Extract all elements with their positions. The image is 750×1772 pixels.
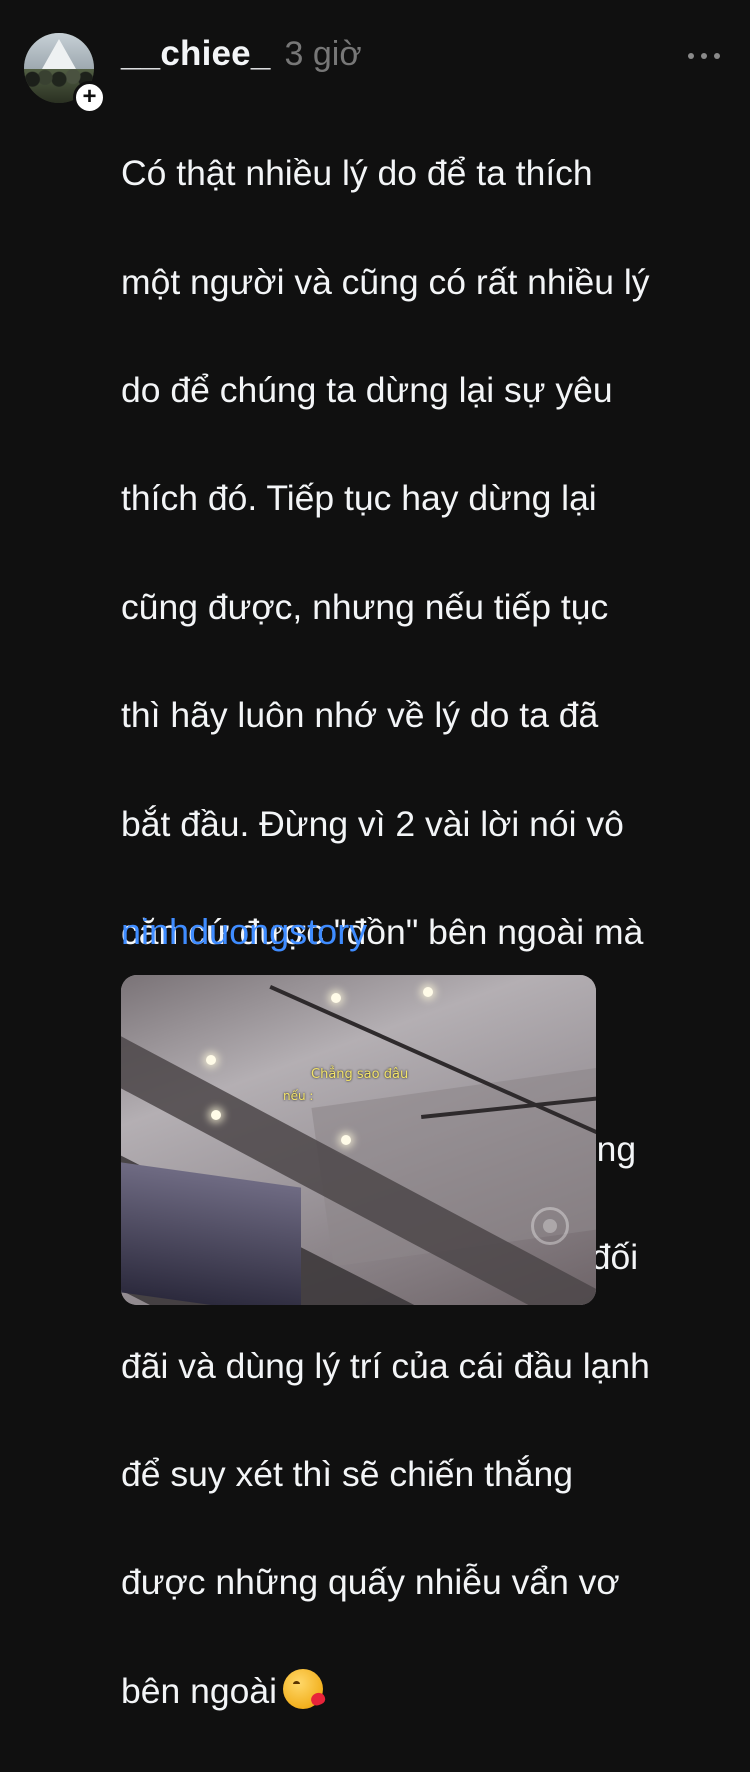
post-text-line: cũng được, nhưng nếu tiếp tục	[121, 586, 609, 627]
post-text-line: thì hãy luôn nhớ về lý do ta đã	[121, 695, 599, 736]
post-media-video[interactable]: Chẳng sao đâu nếu :	[121, 975, 596, 1305]
video-caption-line: Chẳng sao đâu	[311, 1067, 409, 1082]
post-text-line: một người và cũng có rất nhiều lý	[121, 261, 650, 302]
post-text-line: Có thật nhiều lý do để ta thích	[121, 153, 593, 194]
dot	[688, 53, 694, 59]
dot	[714, 53, 720, 59]
follow-plus-icon[interactable]: +	[73, 81, 106, 114]
media-ceiling-light	[331, 993, 341, 1003]
avatar-tent	[42, 39, 76, 69]
media-ceiling-light	[423, 987, 433, 997]
thread-post: + __chiee_ 3 giờ Có thật nhiều lý do để …	[0, 0, 750, 1711]
username[interactable]: __chiee_	[121, 34, 271, 74]
post-text-line-last: bên ngoài	[121, 1664, 733, 1718]
post-text-line: bên ngoài	[121, 1670, 277, 1711]
watermark-icon	[531, 1207, 569, 1245]
avatar[interactable]: +	[24, 33, 106, 114]
more-options-icon[interactable]	[688, 48, 720, 64]
tag-link[interactable]: ninhduongstory	[121, 908, 367, 956]
timestamp: 3 giờ	[284, 35, 362, 73]
post-text-line: do để chúng ta dừng lại sự yêu	[121, 370, 613, 411]
post-text-line: để suy xét thì sẽ chiến thắng	[121, 1454, 573, 1495]
media-ceiling-light	[211, 1110, 221, 1120]
media-shopfront	[121, 1162, 301, 1305]
post-text-line: được những quấy nhiễu vẩn vơ	[121, 1562, 620, 1603]
media-ceiling-light	[206, 1055, 216, 1065]
video-caption-line: nếu :	[283, 1089, 314, 1103]
post-text-line: đãi và dùng lý trí của cái đầu lạnh	[121, 1345, 650, 1386]
post-text-line: thích đó. Tiếp tục hay dừng lại	[121, 478, 597, 519]
face-blowing-kiss-icon	[282, 1668, 323, 1709]
dot	[701, 53, 707, 59]
media-ceiling-light	[341, 1135, 351, 1145]
post-text-line: bắt đầu. Đừng vì 2 vài lời nói vô	[121, 803, 624, 844]
post-header: __chiee_ 3 giờ	[121, 34, 362, 82]
